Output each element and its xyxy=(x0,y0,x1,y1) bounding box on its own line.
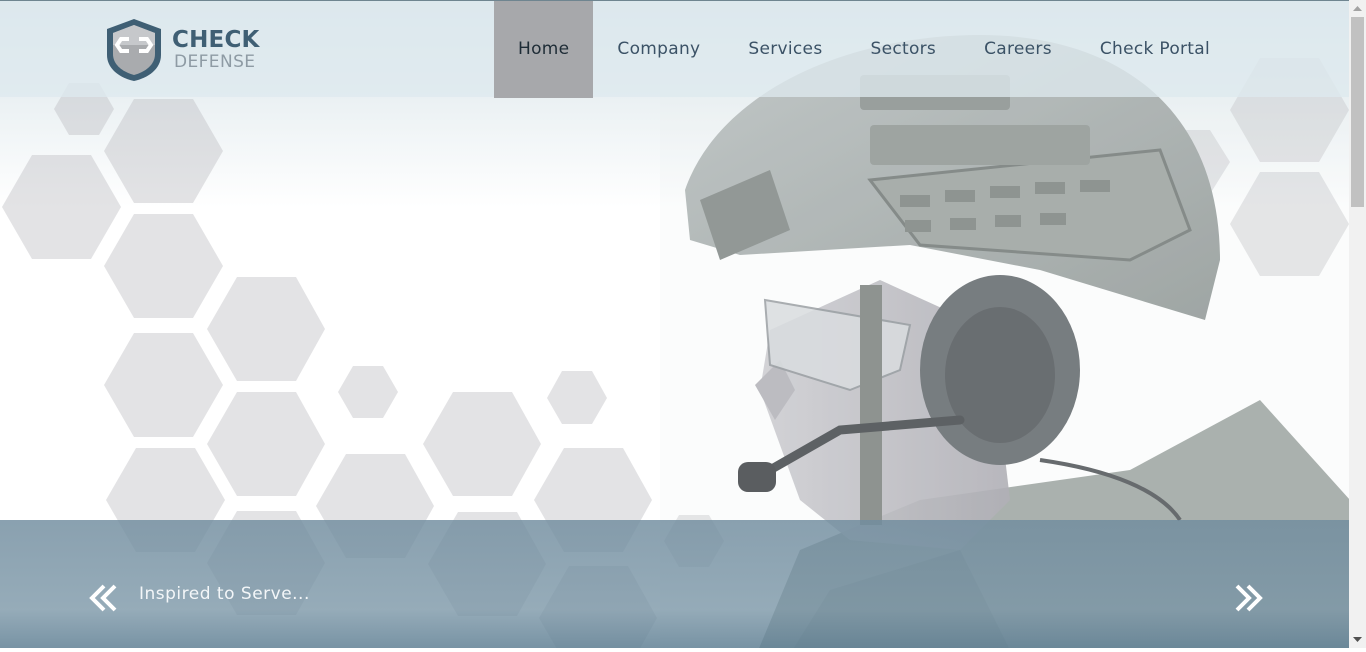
check-defense-logo[interactable]: CHECK DEFENSE xyxy=(104,17,264,83)
shield-logo-icon xyxy=(107,19,161,81)
nav-item-company[interactable]: Company xyxy=(593,1,724,98)
nav-item-check-portal[interactable]: Check Portal xyxy=(1076,1,1234,98)
nav-item-sectors[interactable]: Sectors xyxy=(846,1,960,98)
hero-slider: CHECK DEFENSE Home Company Services Sect… xyxy=(0,0,1349,648)
slide-caption: Inspired to Serve... xyxy=(139,584,310,604)
logo-subtitle: DEFENSE xyxy=(174,52,256,72)
nav-item-home[interactable]: Home xyxy=(494,1,594,98)
site-header: CHECK DEFENSE Home Company Services Sect… xyxy=(0,0,1349,98)
logo-title: CHECK xyxy=(172,27,260,53)
nav-item-services[interactable]: Services xyxy=(724,1,846,98)
slider-prev-button[interactable] xyxy=(88,583,122,613)
page-scrollbar[interactable] xyxy=(1349,0,1366,648)
main-navigation: Home Company Services Sectors Careers Ch… xyxy=(494,1,1234,98)
double-chevron-left-icon xyxy=(89,584,117,612)
slider-next-button[interactable] xyxy=(1230,583,1264,613)
scroll-up-arrow-icon[interactable] xyxy=(1349,0,1366,17)
double-chevron-right-icon xyxy=(1235,584,1263,612)
nav-item-careers[interactable]: Careers xyxy=(960,1,1076,98)
scrollbar-thumb[interactable] xyxy=(1351,17,1364,207)
scroll-down-arrow-icon[interactable] xyxy=(1349,631,1366,648)
